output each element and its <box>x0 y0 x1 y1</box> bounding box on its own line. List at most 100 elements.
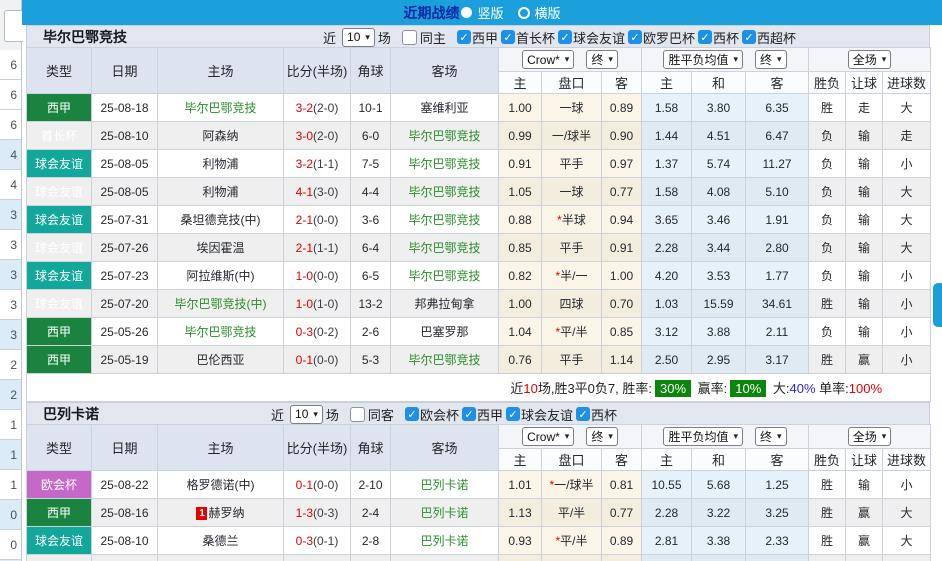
league-filter-checkbox[interactable]: ✓西甲 <box>462 405 503 424</box>
match-type-badge: 球会友谊 <box>27 178 92 206</box>
scope-select[interactable]: 全场▾ <box>848 427 892 446</box>
league-filter-checkbox[interactable]: ✓球会友谊 <box>558 28 625 47</box>
avg-type-select[interactable]: 胜平负均值▾ <box>663 427 743 446</box>
odds-company-select[interactable]: Crow*▾ <box>522 50 574 69</box>
avg-home-odds: 2.28 <box>642 499 692 527</box>
avg-group-header: 胜平负均值▾ 终▾ <box>642 48 809 72</box>
score: 4-1(3-0) <box>284 178 351 206</box>
league-filter-checkbox[interactable]: ✓西杯 <box>576 405 617 424</box>
match-type-badge: 球会友谊 <box>27 262 92 290</box>
match-type-badge: 球会友谊 <box>27 527 92 555</box>
avg-away-odds: 34.61 <box>746 290 809 318</box>
avg-draw-odds: 5.74 <box>692 150 746 178</box>
result-wdl: 平 <box>809 555 846 561</box>
result-handicap: 输 <box>846 206 883 234</box>
avg-home-odds: 2.28 <box>642 234 692 262</box>
handicap-group-header: Crow*▾ 终▾ <box>499 48 642 72</box>
score: 3-2(1-1) <box>284 150 351 178</box>
avg-away-odds: 2.80 <box>746 234 809 262</box>
league-filter-label: 西超杯 <box>757 28 796 47</box>
handicap-home-odds: 1.01 <box>499 471 542 499</box>
checkbox-checked-icon: ✓ <box>506 407 520 421</box>
near-label: 近 <box>323 28 336 47</box>
avg-type-select[interactable]: 胜平负均值▾ <box>663 50 743 69</box>
score: 2-1(0-0) <box>284 206 351 234</box>
checkbox-checked-icon: ✓ <box>576 407 590 421</box>
left-table-number: 2 <box>0 380 21 410</box>
radio-horizontal-icon[interactable] <box>518 7 530 19</box>
handicap-away-odds: 0.94 <box>602 206 642 234</box>
summary-part: 大: <box>769 381 789 396</box>
avg-home-odds: 1.37 <box>642 150 692 178</box>
result-goals: 小 <box>883 290 931 318</box>
handicap-line <box>542 555 602 561</box>
handicap-line: *半球 <box>542 206 602 234</box>
radio-vertical-label[interactable]: 竖版 <box>477 3 503 22</box>
handicap-home-odds: 0.82 <box>499 262 542 290</box>
radio-vertical-selected-icon[interactable] <box>461 7 472 18</box>
handicap-home-odds: 0.88 <box>499 206 542 234</box>
sub-goals-result: 进球数 <box>883 449 931 471</box>
away-team: 毕尔巴鄂竞技 <box>391 262 499 290</box>
left-table-number: 3 <box>0 290 21 320</box>
scrollbar-thumb[interactable] <box>933 283 942 327</box>
league-filter-checkbox[interactable]: ✓球会友谊 <box>506 405 573 424</box>
same-away-checkbox[interactable] <box>350 407 365 422</box>
result-handicap: 赢 <box>846 527 883 555</box>
left-table-number: 3 <box>0 320 21 350</box>
avg-home-odds: 10.55 <box>642 471 692 499</box>
home-team: 埃因霍温 <box>158 234 284 262</box>
odds-time-select[interactable]: 终▾ <box>586 50 618 69</box>
match-row: 西甲25-08-18毕尔巴鄂竞技3-2(2-0)10-1塞维利亚1.00一球0.… <box>27 94 931 122</box>
recent-count-select[interactable]: 10▾ <box>290 405 323 424</box>
odds-time-select[interactable]: 终▾ <box>586 427 618 446</box>
left-table-number: 1 <box>0 470 21 500</box>
league-filter-checkbox[interactable]: ✓欧会杯 <box>405 405 459 424</box>
league-filter-checkbox[interactable]: ✓首长杯 <box>501 28 555 47</box>
handicap-line: *平/半 <box>542 527 602 555</box>
league-filter-checkbox[interactable]: ✓西杯 <box>698 28 739 47</box>
match-date: 25-08-10 <box>92 527 158 555</box>
summary-part: 赢率: <box>694 381 727 396</box>
handicap-away-odds: 0.90 <box>602 122 642 150</box>
avg-draw-odds: 3.46 <box>692 206 746 234</box>
league-filter-checkbox[interactable]: ✓西超杯 <box>742 28 796 47</box>
corner-score: 2-6 <box>351 318 391 346</box>
result-handicap: 输 <box>846 290 883 318</box>
result-handicap: 赢 <box>846 346 883 374</box>
match-date: 25-08-10 <box>92 122 158 150</box>
avg-time-select[interactable]: 终▾ <box>755 50 787 69</box>
avg-time-select[interactable]: 终▾ <box>755 427 787 446</box>
avg-draw-odds: 5.68 <box>692 471 746 499</box>
result-goals: 小 <box>883 318 931 346</box>
summary-part: 近 <box>510 381 523 396</box>
left-table-number: 4 <box>0 140 21 170</box>
scope-select[interactable]: 全场▾ <box>848 50 892 69</box>
same-home-checkbox[interactable] <box>402 30 417 45</box>
match-row: 首长杯25-08-10阿森纳3-0(2-0)6-0毕尔巴鄂竞技0.99一/球半0… <box>27 122 931 150</box>
avg-home-odds: 2.81 <box>642 527 692 555</box>
recent-count-select[interactable]: 10▾ <box>342 28 375 47</box>
away-team: 毕尔巴鄂竞技 <box>391 178 499 206</box>
league-filter-checkbox[interactable]: ✓西甲 <box>457 28 498 47</box>
result-group-header: 全场▾ <box>809 425 931 449</box>
league-filter-label: 西甲 <box>472 28 498 47</box>
section-header: 巴列卡诺 近 10▾ 场 同客 ✓欧会杯✓西甲✓球会友谊✓西杯 <box>26 402 930 424</box>
result-goals: 大 <box>883 178 931 206</box>
match-date: 25-05-26 <box>92 318 158 346</box>
handicap-away-odds: 0.77 <box>602 499 642 527</box>
col-date: 日期 <box>92 48 158 94</box>
handicap-line: *一/球半 <box>542 471 602 499</box>
match-row: 球会友谊25-07-20毕尔巴鄂竞技(中)1-0(1-0)13-2邦弗拉甸拿1.… <box>27 290 931 318</box>
avg-home-odds: 1.58 <box>642 94 692 122</box>
odds-company-select[interactable]: Crow*▾ <box>522 427 574 446</box>
matches-table: 类型 日期 主场 比分(半场) 角球 客场 Crow*▾ 终▾ 胜平负均 <box>26 424 931 561</box>
radio-horizontal-label[interactable]: 横版 <box>535 3 561 22</box>
team-name: 巴列卡诺 <box>27 404 99 424</box>
match-date: 25-08-22 <box>92 471 158 499</box>
handicap-line: 四球 <box>542 290 602 318</box>
checkbox-checked-icon: ✓ <box>628 30 642 44</box>
sub-avg-away: 客 <box>746 449 809 471</box>
league-filter-checkbox[interactable]: ✓欧罗巴杯 <box>628 28 695 47</box>
section-athletic-bilbao: 毕尔巴鄂竞技 近 10▾ 场 同主 ✓西甲✓首长杯✓球会友谊✓欧罗巴杯✓西杯✓西… <box>26 25 930 402</box>
